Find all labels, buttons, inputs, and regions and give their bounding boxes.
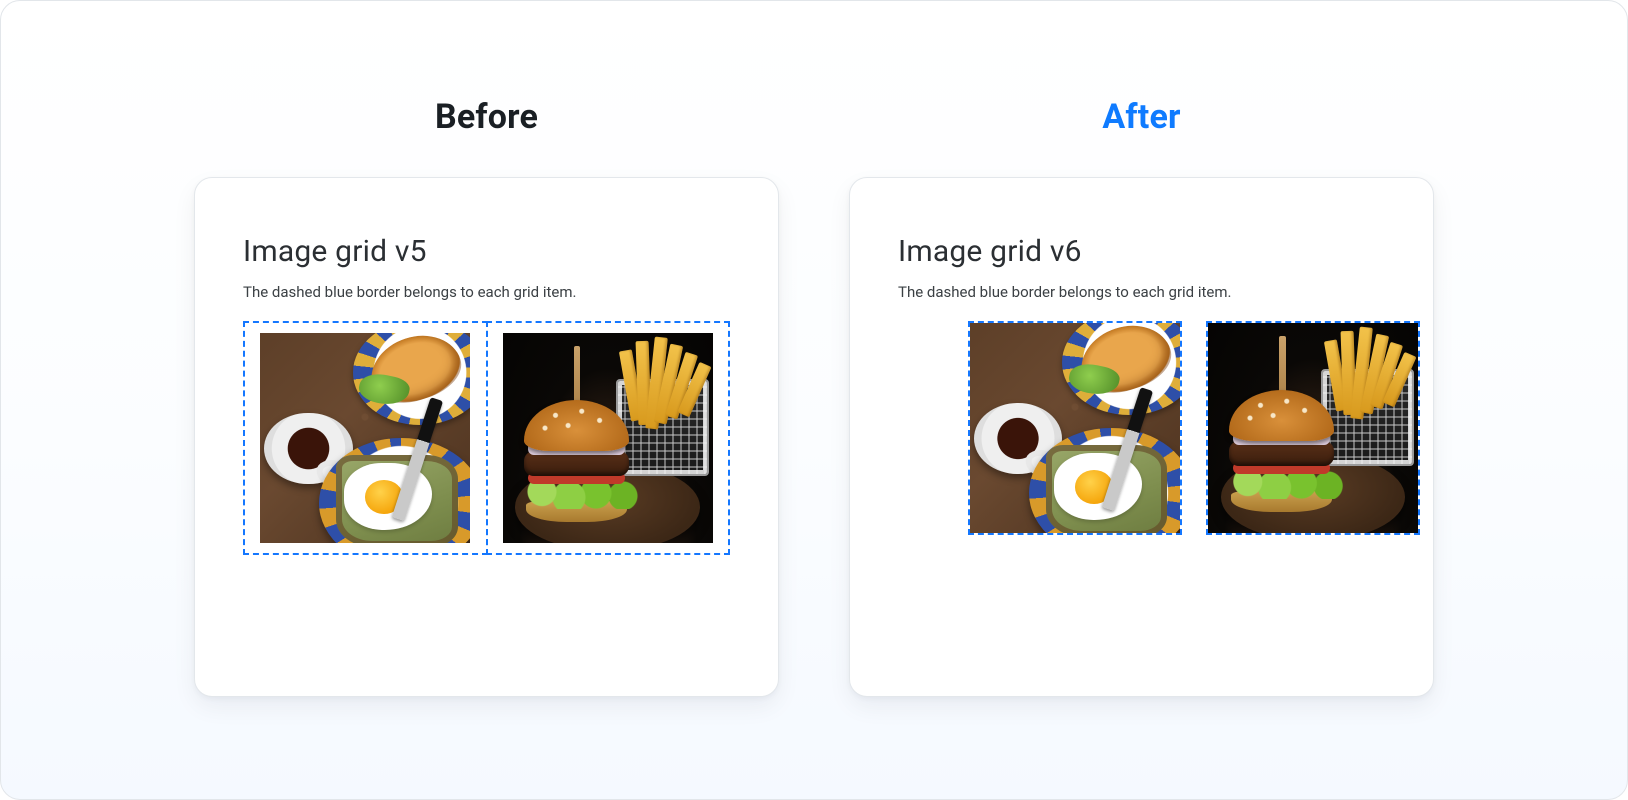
comparison-canvas: Before Image grid v5 The dashed blue bor… xyxy=(0,0,1628,800)
after-card-title: Image grid v6 xyxy=(898,234,1385,269)
before-header: Before xyxy=(435,97,538,137)
breakfast-photo xyxy=(970,323,1180,533)
grid-item xyxy=(243,321,488,555)
before-grid xyxy=(243,321,730,555)
after-column: After Image grid v6 The dashed blue bord… xyxy=(849,97,1434,697)
after-card-caption: The dashed blue border belongs to each g… xyxy=(898,283,1385,301)
before-card-title: Image grid v5 xyxy=(243,234,730,269)
breakfast-photo xyxy=(260,333,470,543)
grid-item xyxy=(1206,321,1420,535)
before-card-caption: The dashed blue border belongs to each g… xyxy=(243,283,730,301)
burger-photo xyxy=(503,333,713,543)
after-grid xyxy=(898,321,1385,535)
grid-item xyxy=(968,321,1182,535)
columns: Before Image grid v5 The dashed blue bor… xyxy=(1,1,1627,697)
before-card: Image grid v5 The dashed blue border bel… xyxy=(194,177,779,697)
burger-photo xyxy=(1208,323,1418,533)
after-card: Image grid v6 The dashed blue border bel… xyxy=(849,177,1434,697)
after-header: After xyxy=(1102,97,1180,137)
grid-item xyxy=(486,321,731,555)
before-column: Before Image grid v5 The dashed blue bor… xyxy=(194,97,779,697)
